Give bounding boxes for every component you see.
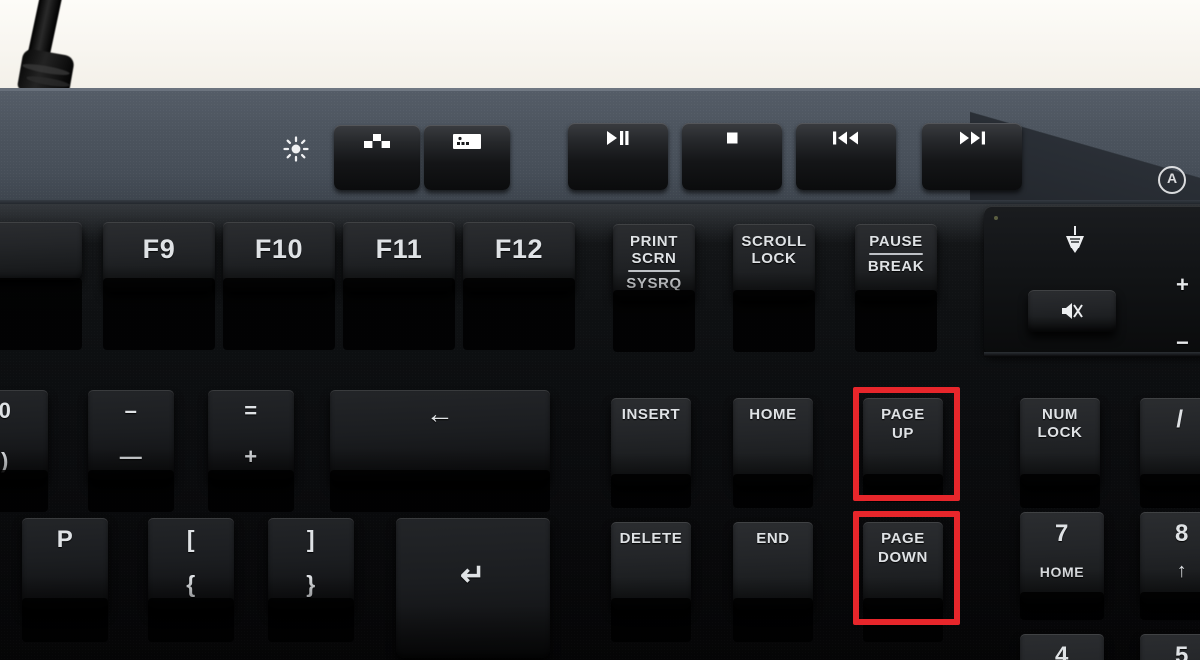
key-well	[343, 278, 455, 350]
key-well	[268, 598, 354, 642]
bracket-right-top-label: ]	[306, 526, 316, 552]
numpad-5-key[interactable]: 5	[1140, 634, 1200, 660]
next-track-icon	[958, 130, 986, 146]
key-well	[0, 470, 48, 512]
volume-up-marking: +	[1176, 272, 1189, 297]
end-key[interactable]: END	[733, 522, 813, 610]
key-well	[733, 474, 813, 508]
key-well	[103, 278, 215, 350]
key-well	[88, 470, 174, 512]
scroll-lock-label: SCROLL LOCK	[741, 233, 807, 267]
numpad-7-label: 7	[1055, 520, 1069, 547]
insert-label: INSERT	[621, 406, 681, 423]
key-well	[855, 290, 937, 352]
key-well	[1140, 474, 1200, 508]
module-separator	[984, 352, 1200, 357]
key-well	[613, 290, 695, 352]
key-well	[1020, 474, 1100, 508]
key-well	[1140, 592, 1200, 620]
key-well	[733, 290, 815, 352]
profile-key[interactable]	[334, 125, 420, 190]
play-pause-key[interactable]	[568, 123, 668, 190]
f11-label: F11	[375, 234, 423, 264]
home-label: HOME	[749, 406, 797, 423]
podium-icon	[363, 132, 391, 152]
key-well	[863, 598, 943, 642]
key-well	[22, 598, 108, 642]
numpad-8-key[interactable]: 8 ↑	[1140, 512, 1200, 604]
pause-label: PAUSE	[869, 233, 923, 250]
play-pause-icon	[605, 130, 631, 146]
keyboard-photo: A F9 F10 F11 F12 PRINT SCRN SCROLL LOCK …	[0, 0, 1200, 660]
delete-key[interactable]: DELETE	[611, 522, 691, 610]
num-lock-key[interactable]: NUM LOCK	[1020, 398, 1100, 486]
key-well	[1020, 592, 1104, 620]
screen-icon	[452, 132, 482, 152]
page-up-key[interactable]: PAGE UP	[863, 398, 943, 486]
key-well	[733, 598, 813, 642]
numpad-5-label: 5	[1175, 642, 1189, 660]
f8-key[interactable]	[0, 222, 82, 280]
previous-track-icon	[832, 130, 860, 146]
legend-divider	[869, 253, 923, 255]
key-well	[611, 474, 691, 508]
key-well	[611, 598, 691, 642]
home-key[interactable]: HOME	[733, 398, 813, 486]
page-down-key[interactable]: PAGE DOWN	[863, 522, 943, 610]
previous-track-key[interactable]	[796, 123, 896, 190]
stop-key[interactable]	[682, 123, 782, 190]
mute-key[interactable]	[1028, 290, 1116, 332]
key-well	[330, 470, 550, 512]
key-well	[208, 470, 294, 512]
num-lock-label: NUM LOCK	[1037, 406, 1083, 441]
zero-top-label: 0	[0, 398, 12, 423]
numpad-7-key[interactable]: 7 HOME	[1020, 512, 1104, 604]
insert-key[interactable]: INSERT	[611, 398, 691, 486]
numpad-divide-key[interactable]: /	[1140, 398, 1200, 486]
enter-label: ↵	[460, 559, 486, 592]
lighting-key[interactable]	[424, 125, 510, 190]
sun-icon	[283, 136, 309, 162]
equals-top-label: =	[244, 398, 258, 423]
page-up-label: PAGE UP	[881, 406, 925, 442]
bracket-left-top-label: [	[186, 526, 196, 552]
key-shadow	[396, 604, 550, 658]
f9-label: F9	[142, 234, 176, 264]
enter-key[interactable]: ↵	[396, 518, 550, 658]
end-label: END	[756, 530, 790, 547]
key-well	[148, 598, 234, 642]
numpad-divide-label: /	[1176, 406, 1184, 433]
f12-label: F12	[494, 234, 544, 264]
numpad-4-label: 4	[1055, 642, 1069, 660]
delete-label: DELETE	[619, 530, 683, 547]
caps-lock-indicator: A	[1158, 166, 1186, 194]
key-well	[463, 278, 575, 350]
numpad-8-label: 8	[1175, 520, 1189, 547]
numpad-4-key[interactable]: 4	[1020, 634, 1104, 660]
minus-top-label: –	[124, 398, 138, 423]
page-down-label: PAGE DOWN	[878, 530, 928, 566]
key-shadow	[1028, 316, 1116, 332]
status-led	[994, 216, 998, 220]
stop-icon	[724, 130, 740, 146]
key-well	[863, 474, 943, 502]
f10-label: F10	[254, 234, 304, 264]
key-well	[0, 278, 82, 350]
key-well	[223, 278, 335, 350]
backspace-label: ←	[425, 398, 455, 429]
keyboard-lock-icon	[1062, 224, 1088, 254]
next-track-key[interactable]	[922, 123, 1022, 190]
p-label: P	[56, 526, 74, 553]
print-screen-top-label: PRINT SCRN	[630, 233, 678, 267]
